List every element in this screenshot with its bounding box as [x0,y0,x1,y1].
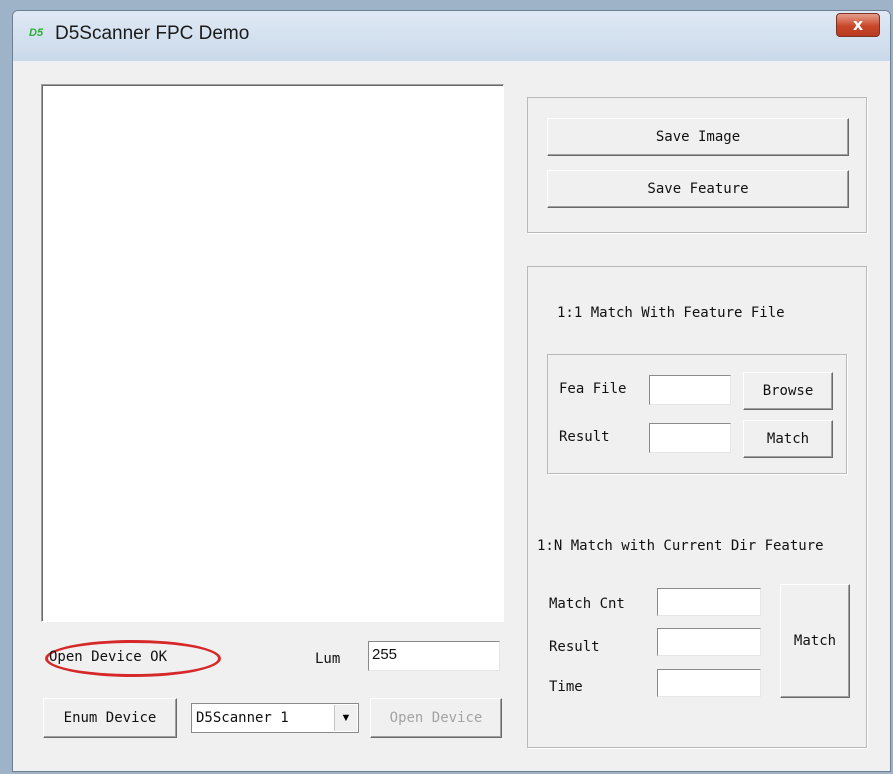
match-1-1-result-field[interactable] [649,423,731,453]
save-image-button[interactable]: Save Image [547,118,849,156]
match-1-n-result-field[interactable] [657,628,761,656]
app-logo-icon: D5 [29,27,44,39]
window-title: D5Scanner FPC Demo [55,23,250,44]
open-device-button[interactable]: Open Device [370,698,502,738]
lum-input[interactable]: 255 [368,641,500,671]
match-cnt-label: Match Cnt [549,596,625,612]
fingerprint-image-preview [41,84,504,622]
title-bar[interactable]: D5 D5Scanner FPC Demo x [13,11,890,61]
device-select-value: D5Scanner 1 [196,710,289,726]
device-status-text: Open Device OK [49,649,168,665]
enum-device-button[interactable]: Enum Device [43,698,177,738]
time-field[interactable] [657,669,761,697]
match-1-1-heading: 1:1 Match With Feature File [557,305,785,321]
match-1-1-result-label: Result [559,429,610,445]
save-feature-button[interactable]: Save Feature [547,170,849,208]
client-area: Save Image Save Feature 1:1 Match With F… [21,61,882,763]
close-button[interactable]: x [836,13,880,37]
dropdown-arrow-icon[interactable]: ▼ [334,705,357,731]
device-select[interactable]: D5Scanner 1 ▼ [191,703,359,733]
browse-button[interactable]: Browse [743,372,833,410]
match-1-n-heading: 1:N Match with Current Dir Feature [537,538,824,554]
fea-file-label: Fea File [559,381,627,397]
match-cnt-field[interactable] [657,588,761,616]
close-icon: x [852,15,864,34]
match-1-1-button[interactable]: Match [743,420,833,458]
fea-file-input[interactable] [649,375,731,405]
time-label: Time [549,679,583,695]
lum-label: Lum [315,651,341,667]
match-1-n-button[interactable]: Match [780,584,850,698]
app-window: D5 D5Scanner FPC Demo x Save Image Save … [12,10,891,772]
match-1-n-result-label: Result [549,639,600,655]
